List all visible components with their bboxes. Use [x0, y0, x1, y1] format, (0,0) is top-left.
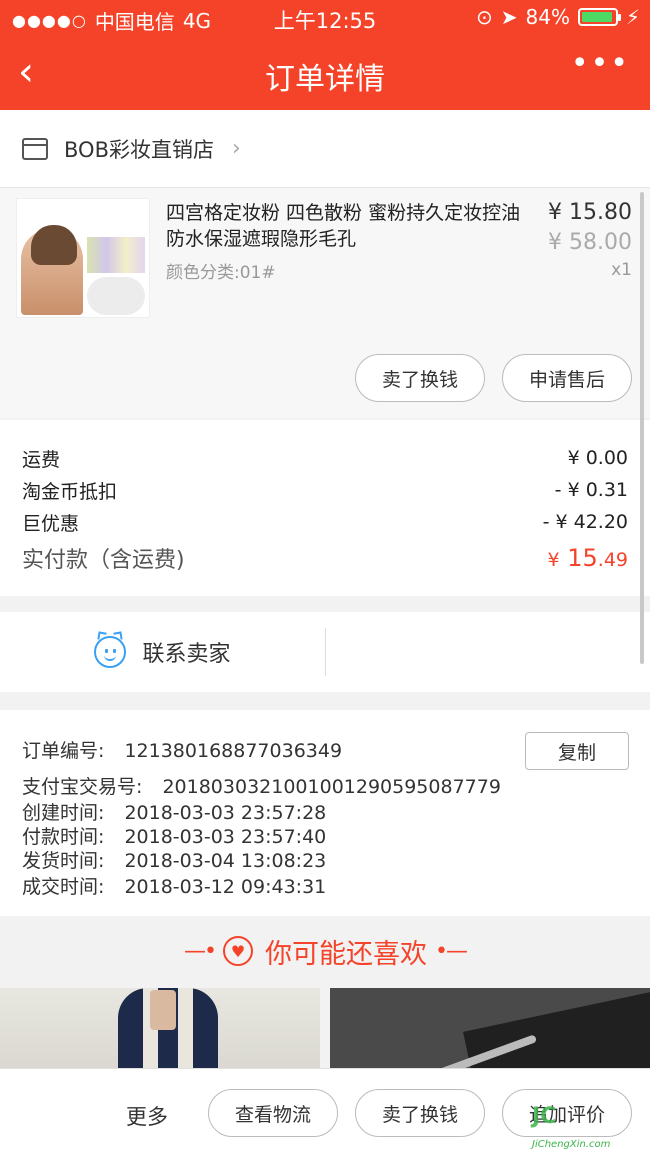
battery-icon: [577, 8, 621, 26]
shop-name: BOB彩妆直销店: [64, 137, 214, 162]
product-title[interactable]: 四宫格定妆粉 四色散粉 蜜粉持久定妆控油防水保湿遮瑕隐形毛孔: [166, 200, 526, 252]
view-logistics-button[interactable]: 查看物流: [208, 1089, 338, 1137]
powder-palette-photo: [87, 237, 145, 273]
product-image[interactable]: [16, 198, 150, 318]
paid-time-label: 付款时间:: [22, 826, 105, 848]
price-summary: 运费 ¥ 0.00 淘金币抵扣 - ¥ 0.31 巨优惠 - ¥ 42.20 实…: [0, 420, 650, 596]
more-button[interactable]: 更多: [126, 1101, 168, 1131]
sell-for-cash-button[interactable]: 卖了换钱: [355, 354, 485, 402]
location-icon: ➤: [500, 5, 518, 29]
completed-time-line: 成交时间: 2018-03-12 09:43:31: [22, 874, 326, 900]
alipay-number-line: 支付宝交易号: 2018030321001001290595087779: [22, 774, 501, 800]
product-image-caption: [17, 199, 149, 229]
chevron-right-icon: ›: [231, 136, 241, 161]
rotation-lock-icon: ⊙: [475, 5, 493, 29]
status-bar: ●●●●○ 中国电信 4G 上午12:55 ⊙ ➤ 84% ⚡: [0, 0, 650, 36]
page-title: 订单详情: [265, 62, 385, 97]
order-number-line: 订单编号: 121380168877036349: [22, 738, 342, 764]
watermark-logo: JC JiChengXin.com: [526, 1102, 646, 1150]
contact-seller-label: 联系卖家: [142, 642, 231, 667]
shipped-time: 2018-03-04 13:08:23: [124, 850, 327, 872]
product-card[interactable]: 四宫格定妆粉 四色散粉 蜜粉持久定妆控油防水保湿遮瑕隐形毛孔 颜色分类:01# …: [0, 188, 650, 418]
status-right: ⊙ ➤ 84% ⚡: [476, 5, 640, 29]
charging-icon: ⚡: [625, 5, 640, 29]
store-icon: [22, 137, 48, 160]
alipay-number: 2018030321001001290595087779: [162, 776, 501, 798]
alipay-number-label: 支付宝交易号:: [22, 776, 143, 798]
product-quantity: x1: [611, 260, 632, 280]
discount-value: - ¥ 42.20: [542, 511, 628, 533]
paid-time: 2018-03-03 23:57:40: [124, 826, 327, 848]
total-paid-value: ¥ 15.49: [548, 544, 629, 572]
shipping-value: ¥ 0.00: [567, 447, 628, 469]
recommend-item-image[interactable]: [330, 988, 650, 1078]
more-options-icon[interactable]: •••: [571, 46, 630, 81]
recommend-header: —• ♥ 你可能还喜欢 •—: [0, 918, 650, 984]
total-cents: .49: [597, 549, 628, 571]
contact-seller-button[interactable]: 联系卖家: [0, 612, 325, 692]
order-number-label: 订单编号:: [22, 740, 105, 762]
heart-icon: ♥: [223, 936, 253, 966]
sell-for-cash-button[interactable]: 卖了换钱: [355, 1089, 485, 1137]
left-decoration: —•: [184, 938, 217, 964]
coin-deduction-row: 淘金币抵扣 - ¥ 0.31: [22, 474, 628, 506]
shop-row[interactable]: BOB彩妆直销店 ›: [0, 110, 650, 188]
contact-section: 联系卖家: [0, 612, 650, 692]
product-sku: 颜色分类:01#: [166, 263, 276, 283]
completed-time: 2018-03-12 09:43:31: [124, 876, 327, 898]
phone-in-hand-photo: [150, 990, 176, 1030]
order-number: 121380168877036349: [124, 740, 343, 762]
product-price: ¥ 15.80: [548, 200, 632, 225]
right-decoration: •—: [435, 938, 468, 964]
shipped-time-line: 发货时间: 2018-03-04 13:08:23: [22, 848, 326, 874]
shipping-label: 运费: [22, 448, 61, 471]
powder-puff-photo: [87, 277, 145, 315]
discount-row: 巨优惠 - ¥ 42.20: [22, 506, 628, 538]
copy-button[interactable]: 复制: [525, 732, 629, 770]
coin-deduction-value: - ¥ 0.31: [554, 479, 628, 501]
handbag-photo: [463, 988, 650, 1078]
shipped-time-label: 发货时间:: [22, 850, 105, 872]
product-original-price: ¥ 58.00: [548, 230, 632, 255]
model-photo: [21, 225, 83, 315]
total-integer: 15: [567, 544, 598, 572]
smiley-chat-icon: [94, 631, 127, 668]
divider: [325, 628, 326, 676]
bottom-action-bar: 更多 查看物流 卖了换钱 追加评价 JC JiChengXin.com: [0, 1068, 650, 1156]
shipping-row: 运费 ¥ 0.00: [22, 442, 628, 474]
coin-deduction-label: 淘金币抵扣: [22, 480, 118, 503]
created-time-line: 创建时间: 2018-03-03 23:57:28: [22, 800, 326, 826]
completed-time-label: 成交时间:: [22, 876, 105, 898]
watermark-mark: JC: [532, 1104, 557, 1129]
created-time-label: 创建时间:: [22, 802, 105, 824]
paid-time-line: 付款时间: 2018-03-03 23:57:40: [22, 824, 326, 850]
recommend-item-image[interactable]: [0, 988, 320, 1078]
total-row: 实付款（含运费) ¥ 15.49: [22, 540, 628, 576]
order-info: 订单编号: 121380168877036349 复制 支付宝交易号: 2018…: [0, 710, 650, 916]
request-after-sale-button[interactable]: 申请售后: [502, 354, 632, 402]
total-currency: ¥: [547, 549, 560, 571]
nav-bar: ‹ 订单详情 •••: [0, 36, 650, 110]
discount-label: 巨优惠: [22, 512, 80, 535]
battery-percent: 84%: [525, 5, 570, 29]
total-paid-label: 实付款（含运费): [22, 548, 185, 573]
watermark-site: JiChengXin.com: [532, 1139, 611, 1150]
created-time: 2018-03-03 23:57:28: [124, 802, 327, 824]
recommend-title: 你可能还喜欢: [265, 938, 427, 970]
scrollbar[interactable]: [640, 192, 644, 664]
